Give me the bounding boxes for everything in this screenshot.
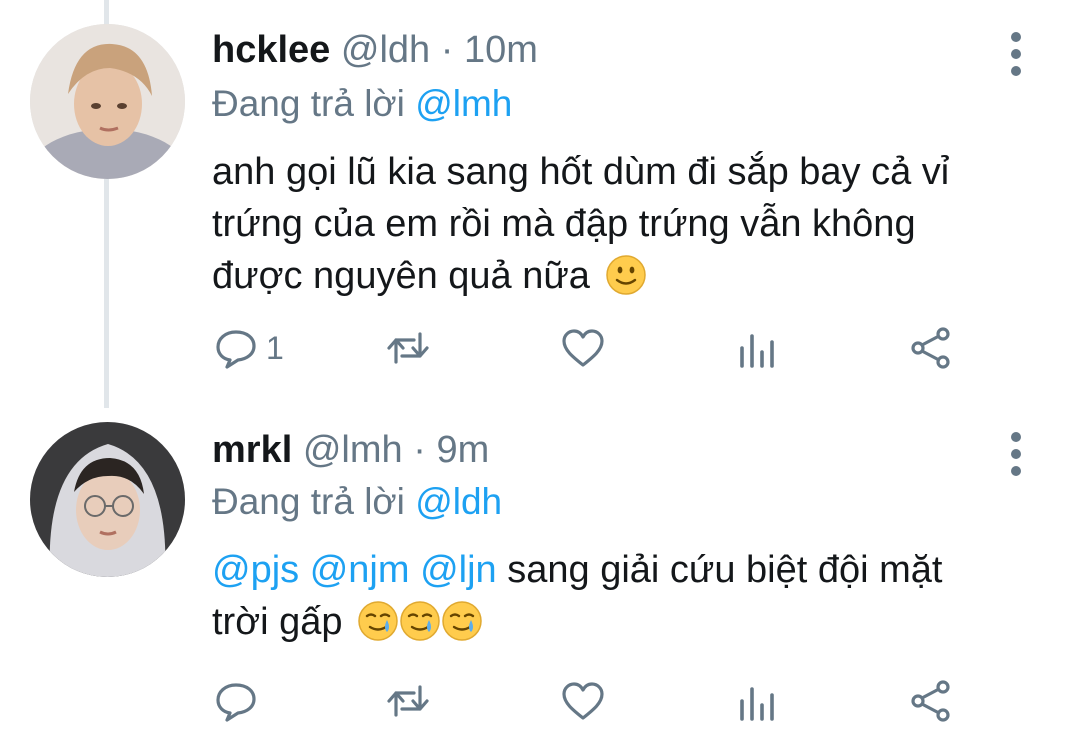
replying-to-mention[interactable]: @lmh [415, 83, 512, 124]
views-icon [740, 334, 774, 368]
more-options-icon[interactable] [1002, 30, 1032, 80]
share-button[interactable] [909, 678, 953, 724]
replying-to-label: Đang trả lời [212, 83, 416, 124]
like-icon [562, 682, 604, 720]
avatar-mrkl[interactable] [30, 422, 185, 577]
like-button[interactable] [561, 325, 605, 371]
tweet-header: hcklee @ldh · 10m [212, 28, 538, 72]
author-name[interactable]: hcklee [212, 29, 330, 71]
reply-button[interactable] [214, 678, 266, 724]
views-button[interactable] [737, 678, 781, 724]
reply-icon [216, 330, 256, 369]
like-icon [562, 329, 604, 367]
views-icon [740, 687, 774, 721]
like-button[interactable] [561, 678, 605, 724]
share-button[interactable] [909, 325, 953, 371]
tweet-text-line: được nguyên quả nữa [212, 255, 590, 297]
retweet-button[interactable] [386, 678, 430, 724]
reply-button[interactable]: 1 [214, 325, 284, 371]
author-name[interactable]: mrkl [212, 429, 292, 471]
tweet-1[interactable]: hcklee @ldh · 10m Đang trả lời @lmh anh … [0, 0, 1080, 410]
replying-to: Đang trả lời @ldh [212, 480, 502, 524]
mention-link[interactable]: @njm [310, 549, 410, 591]
smiling-face-with-tear-icon [357, 600, 399, 642]
tweet-header: mrkl @lmh · 9m [212, 428, 489, 472]
tweet-actions [0, 678, 1080, 728]
tweet-text: anh gọi lũ kia sang hốt dùm đi sắp bay c… [212, 146, 1042, 302]
avatar-hcklee[interactable] [30, 24, 185, 179]
smiling-face-with-tear-icon [441, 600, 483, 642]
slightly-smiling-face-icon [605, 254, 647, 296]
share-icon [911, 327, 950, 369]
reply-icon [216, 683, 256, 722]
reply-count: 1 [266, 329, 284, 366]
tweet-text-line: trời gấp [212, 601, 343, 643]
retweet-icon [387, 685, 429, 717]
timestamp[interactable]: 10m [464, 29, 538, 71]
tweet-actions: 1 [0, 325, 1080, 375]
tweet-text-line: sang giải cứu biệt đội mặt [507, 549, 943, 591]
tweet-text: @pjs @njm @ljn sang giải cứu biệt đội mặ… [212, 544, 1042, 648]
share-icon [911, 680, 950, 722]
more-options-icon[interactable] [1002, 430, 1032, 480]
mention-link[interactable]: @ljn [420, 549, 497, 591]
separator: · [430, 29, 464, 71]
author-handle[interactable]: @ldh [341, 29, 430, 71]
separator: · [402, 429, 437, 471]
replying-to: Đang trả lời @lmh [212, 82, 512, 126]
replying-to-mention[interactable]: @ldh [415, 481, 502, 522]
retweet-button[interactable] [386, 325, 430, 371]
tweet-text-line: trứng của em rồi mà đập trứng vẫn không [212, 203, 916, 245]
timestamp[interactable]: 9m [436, 429, 489, 471]
tweet-2[interactable]: mrkl @lmh · 9m Đang trả lời @ldh @pjs @n… [0, 410, 1080, 740]
views-button[interactable] [737, 325, 781, 371]
tweet-text-line: anh gọi lũ kia sang hốt dùm đi sắp bay c… [212, 151, 950, 193]
retweet-icon [387, 332, 429, 364]
mention-link[interactable]: @pjs [212, 549, 299, 591]
smiling-face-with-tear-icon [399, 600, 441, 642]
replying-to-label: Đang trả lời [212, 481, 416, 522]
author-handle[interactable]: @lmh [303, 429, 403, 471]
